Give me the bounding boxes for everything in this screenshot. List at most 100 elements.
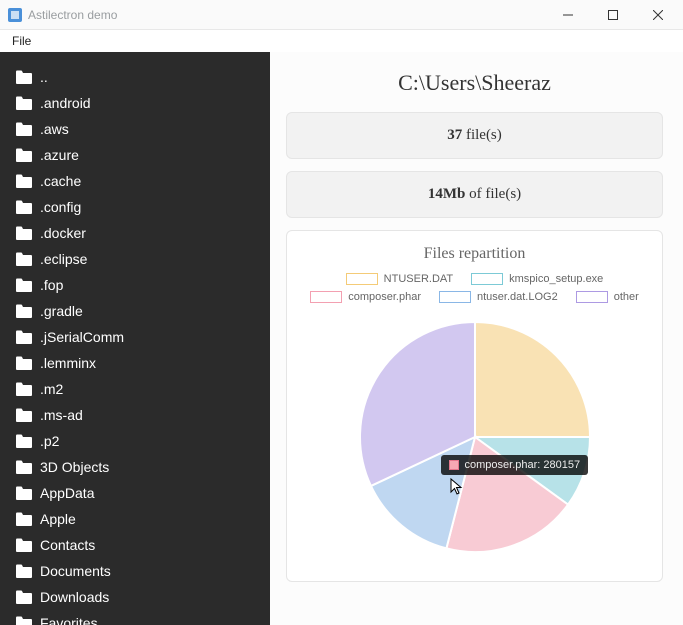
tree-item[interactable]: ..: [0, 64, 270, 90]
tree-item-label: .eclipse: [40, 251, 87, 267]
legend-label: kmspico_setup.exe: [509, 273, 603, 285]
legend-swatch: [439, 291, 471, 303]
tree-item[interactable]: .config: [0, 194, 270, 220]
tree-item-label: Documents: [40, 563, 111, 579]
folder-icon: [16, 356, 32, 370]
tree-item[interactable]: .jSerialComm: [0, 324, 270, 350]
file-size-value: 14Mb: [428, 186, 466, 202]
tree-item[interactable]: .docker: [0, 220, 270, 246]
folder-icon: [16, 278, 32, 292]
tooltip-swatch: [449, 460, 459, 470]
tree-item[interactable]: .android: [0, 90, 270, 116]
current-path: C:\Users\Sheeraz: [286, 70, 663, 96]
chart-card: Files repartition NTUSER.DAT kmspico_setu…: [286, 230, 663, 582]
folder-icon: [16, 200, 32, 214]
maximize-button[interactable]: [593, 0, 638, 30]
folder-icon: [16, 252, 32, 266]
tree-item[interactable]: .fop: [0, 272, 270, 298]
tree-item[interactable]: .m2: [0, 376, 270, 402]
tree-item-label: .azure: [40, 147, 79, 163]
legend-item[interactable]: other: [576, 291, 639, 303]
tree-item[interactable]: .aws: [0, 116, 270, 142]
legend-item[interactable]: ntuser.dat.LOG2: [439, 291, 558, 303]
folder-icon: [16, 408, 32, 422]
tree-item[interactable]: .eclipse: [0, 246, 270, 272]
tree-item-label: .ms-ad: [40, 407, 83, 423]
tree-item[interactable]: .ms-ad: [0, 402, 270, 428]
tree-item-label: .aws: [40, 121, 69, 137]
legend-swatch: [576, 291, 608, 303]
file-tree[interactable]: .. .android .aws .azure .cache .config .docker…: [0, 52, 270, 625]
legend-item[interactable]: composer.phar: [310, 291, 421, 303]
folder-icon: [16, 96, 32, 110]
legend-label: NTUSER.DAT: [384, 273, 453, 285]
folder-icon: [16, 538, 32, 552]
close-button[interactable]: [638, 0, 683, 30]
folder-icon: [16, 70, 32, 84]
file-count-value: 37: [447, 127, 462, 143]
legend-swatch: [346, 273, 378, 285]
file-size-label: of file(s): [469, 186, 521, 202]
tree-item[interactable]: .azure: [0, 142, 270, 168]
window-titlebar: Astilectron demo: [0, 0, 683, 30]
chart-tooltip: composer.phar: 280157: [441, 455, 589, 475]
tree-item[interactable]: Documents: [0, 558, 270, 584]
folder-icon: [16, 590, 32, 604]
file-menu[interactable]: File: [6, 32, 37, 50]
legend-item[interactable]: NTUSER.DAT: [346, 273, 453, 285]
tree-item-label: .m2: [40, 381, 63, 397]
tree-item[interactable]: 3D Objects: [0, 454, 270, 480]
tree-item[interactable]: Contacts: [0, 532, 270, 558]
folder-icon: [16, 148, 32, 162]
minimize-button[interactable]: [548, 0, 593, 30]
tree-item-label: ..: [40, 69, 48, 85]
legend-label: ntuser.dat.LOG2: [477, 291, 558, 303]
tree-item-label: .cache: [40, 173, 81, 189]
tree-item-label: Downloads: [40, 589, 109, 605]
pie-chart[interactable]: composer.phar: 280157: [355, 317, 595, 557]
tree-item-label: 3D Objects: [40, 459, 109, 475]
tree-item-label: .docker: [40, 225, 86, 241]
tree-item[interactable]: .lemminx: [0, 350, 270, 376]
main-panel: C:\Users\Sheeraz 37 file(s) 14Mb of file…: [270, 52, 683, 625]
file-count-card: 37 file(s): [286, 112, 663, 159]
tree-item[interactable]: Apple: [0, 506, 270, 532]
legend-swatch: [471, 273, 503, 285]
tree-item[interactable]: AppData: [0, 480, 270, 506]
folder-icon: [16, 564, 32, 578]
tree-item-label: Contacts: [40, 537, 95, 553]
pie-slice[interactable]: [475, 322, 590, 437]
folder-icon: [16, 434, 32, 448]
folder-icon: [16, 174, 32, 188]
legend-label: other: [614, 291, 639, 303]
chart-legend: NTUSER.DAT kmspico_setup.exe composer.phar…: [295, 273, 654, 303]
legend-swatch: [310, 291, 342, 303]
tree-item[interactable]: .cache: [0, 168, 270, 194]
legend-label: composer.phar: [348, 291, 421, 303]
window-title: Astilectron demo: [28, 8, 548, 22]
folder-icon: [16, 382, 32, 396]
folder-icon: [16, 330, 32, 344]
menubar: File: [0, 30, 683, 52]
tree-item-label: .jSerialComm: [40, 329, 124, 345]
tree-item[interactable]: Downloads: [0, 584, 270, 610]
tree-item-label: .config: [40, 199, 81, 215]
tree-item[interactable]: .p2: [0, 428, 270, 454]
tree-item-label: AppData: [40, 485, 94, 501]
tree-item-label: .fop: [40, 277, 63, 293]
folder-icon: [16, 304, 32, 318]
folder-icon: [16, 226, 32, 240]
tree-item-label: .p2: [40, 433, 59, 449]
tree-item[interactable]: .gradle: [0, 298, 270, 324]
tree-item[interactable]: Favorites: [0, 610, 270, 625]
file-count-label: file(s): [466, 127, 502, 143]
tree-item-label: .gradle: [40, 303, 83, 319]
file-size-card: 14Mb of file(s): [286, 171, 663, 218]
folder-icon: [16, 122, 32, 136]
tree-item-label: .android: [40, 95, 91, 111]
folder-icon: [16, 512, 32, 526]
tree-item-label: .lemminx: [40, 355, 96, 371]
folder-icon: [16, 486, 32, 500]
legend-item[interactable]: kmspico_setup.exe: [471, 273, 603, 285]
chart-title: Files repartition: [295, 245, 654, 263]
